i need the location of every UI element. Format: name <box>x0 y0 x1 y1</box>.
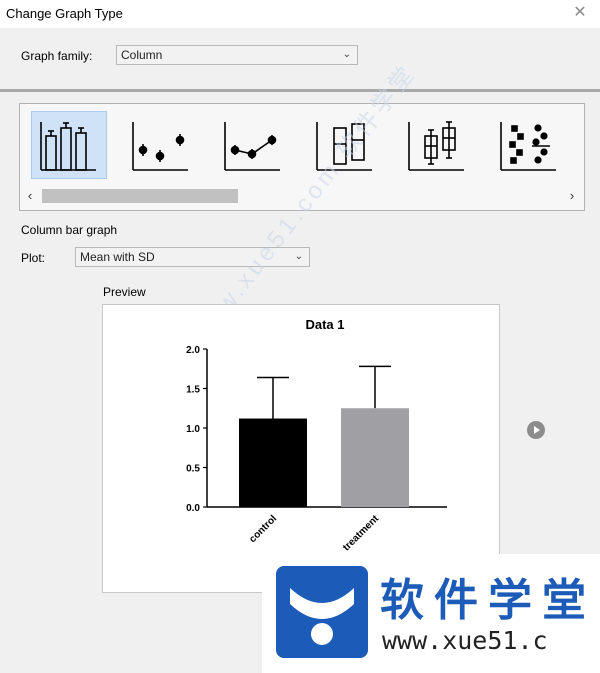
graph-family-label: Graph family: <box>21 49 93 63</box>
thumb-column-dots[interactable] <box>492 112 566 178</box>
chevron-down-icon: ⌄ <box>294 251 303 262</box>
y-tick-label: 0.5 <box>186 464 200 475</box>
thumb-column-connected[interactable] <box>216 112 290 178</box>
plot-label: Plot: <box>21 251 46 265</box>
chevron-down-icon: ⌄ <box>342 49 351 60</box>
scroll-left-icon[interactable]: ‹ <box>22 188 38 204</box>
preview-label: Preview <box>103 285 146 299</box>
graph-family-value: Column <box>121 48 163 62</box>
y-tick-label: 0.0 <box>186 503 200 514</box>
plot-value: Mean with SD <box>80 250 155 264</box>
box-whisker-icon <box>408 121 464 171</box>
bar-control <box>239 418 307 507</box>
title-bar: Change Graph Type ✕ <box>0 0 600 28</box>
graph-family-dropdown[interactable]: Column ⌄ <box>116 45 358 65</box>
close-icon[interactable]: ✕ <box>570 3 590 23</box>
thumb-column-scatter[interactable] <box>124 112 198 178</box>
bar-treatment <box>341 408 409 507</box>
window-title: Change Graph Type <box>6 6 123 21</box>
graph-type-name: Column bar graph <box>21 223 118 237</box>
thumb-column-box[interactable] <box>400 112 474 178</box>
chart-title: Data 1 <box>305 317 344 332</box>
connected-points-icon <box>224 122 280 171</box>
preview-panel: Data 1 0.0 0.5 1.0 1.5 2.0 control treatment <box>102 304 500 593</box>
y-tick-label: 1.0 <box>186 424 200 435</box>
logo-icon <box>276 566 368 658</box>
y-tick-label: 2.0 <box>186 345 200 356</box>
watermark-text: 软件学堂 <box>380 576 596 625</box>
scroll-right-icon[interactable]: › <box>564 188 580 204</box>
y-tick-label: 1.5 <box>186 385 200 396</box>
separator <box>0 89 600 92</box>
x-category-label: treatment <box>341 513 381 553</box>
preview-chart: Data 1 0.0 0.5 1.0 1.5 2.0 control treatment <box>186 317 447 553</box>
thumb-column-bar[interactable] <box>31 111 107 179</box>
watermark-url: www.xue51.c <box>382 626 548 655</box>
column-bar-icon <box>40 122 96 171</box>
watermark-logo: 软件学堂 www.xue51.c <box>262 554 600 673</box>
gallery-scrollbar-thumb[interactable] <box>42 189 238 203</box>
scatter-dots-icon <box>500 122 556 171</box>
x-category-label: control <box>247 513 279 545</box>
next-preview-button[interactable] <box>527 421 545 439</box>
scatter-mean-icon <box>132 122 188 171</box>
